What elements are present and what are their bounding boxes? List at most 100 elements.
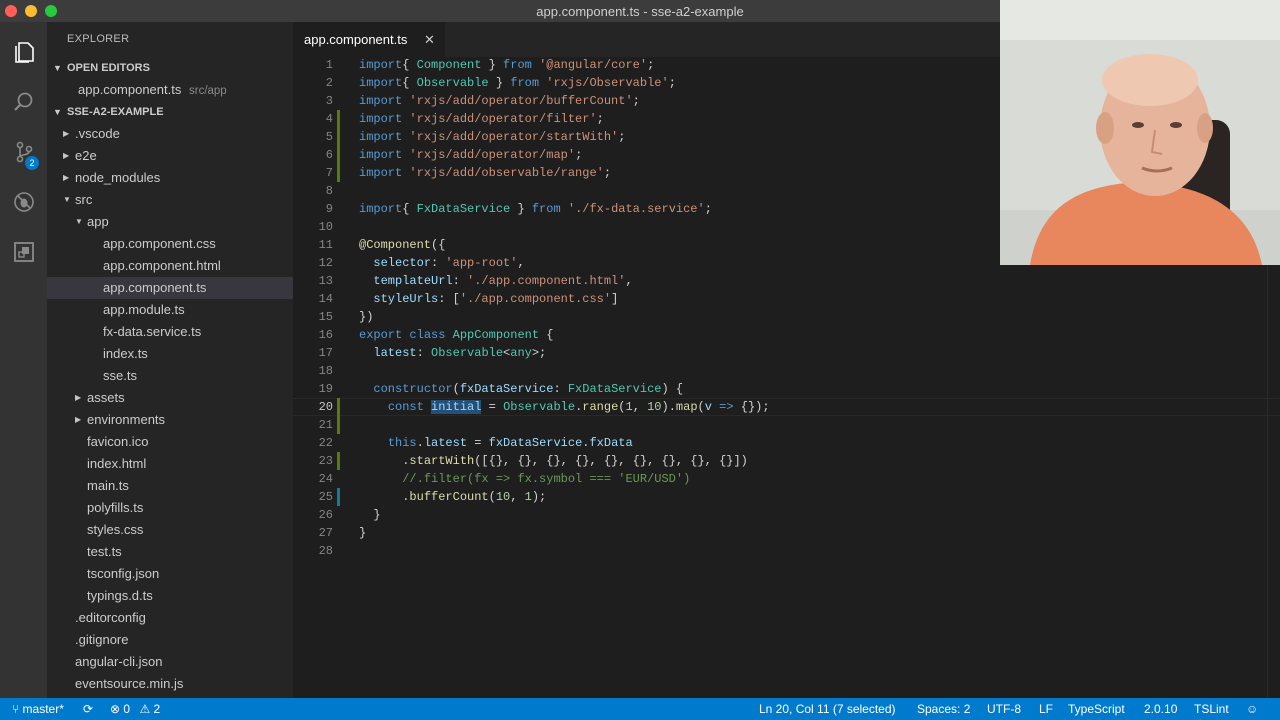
cursor-position[interactable]: Ln 20, Col 11 (7 selected) (759, 698, 896, 720)
code-line: import 'rxjs/add/operator/map'; (359, 146, 582, 164)
indentation-setting[interactable]: Spaces: 2 (917, 698, 970, 720)
folder-item[interactable]: ▶ node_modules (47, 167, 293, 189)
code-token: ( (618, 400, 626, 414)
file-item[interactable]: main.ts (47, 475, 293, 497)
code-token: const (387, 400, 424, 414)
code-token: import (359, 148, 403, 162)
git-added-indicator (337, 110, 340, 182)
git-branch-label: master* (22, 702, 64, 716)
sync-icon: ⟳ (83, 702, 94, 716)
line-number: 22 (318, 436, 333, 450)
code-line: import 'rxjs/add/operator/filter'; (359, 110, 604, 128)
open-editors-header[interactable]: ▼ OPEN EDITORS (47, 57, 293, 79)
code-token: FxDataService (416, 202, 511, 216)
line-number: 24 (318, 472, 333, 486)
folder-item[interactable]: ▶ assets (47, 387, 293, 409)
search-activity-button[interactable] (0, 78, 47, 126)
line-number: 3 (325, 94, 333, 108)
file-item[interactable]: styles.css (47, 519, 293, 541)
code-line: export class AppComponent { (359, 326, 553, 344)
file-item[interactable]: index.ts (47, 343, 293, 365)
tree-item-label: typings.d.ts (87, 588, 153, 603)
file-item[interactable]: eventsource.min.js (47, 673, 293, 695)
chevron-right-icon: ▶ (63, 173, 70, 182)
explorer-title: EXPLORER (67, 33, 130, 45)
file-item[interactable]: tsconfig.json (47, 563, 293, 585)
eol-setting[interactable]: LF (1039, 698, 1053, 720)
close-icon[interactable]: ✕ (424, 22, 435, 57)
explorer-activity-button[interactable] (0, 28, 47, 76)
code-token: , (517, 256, 525, 270)
file-item[interactable]: fx-data.service.ts (47, 321, 293, 343)
code-token: ; (647, 58, 655, 72)
code-token: . (359, 490, 410, 504)
git-branch-button[interactable]: ⑂ master* (12, 698, 64, 720)
file-item[interactable]: app.component.css (47, 233, 293, 255)
code-line: } (359, 524, 366, 542)
file-item[interactable]: polyfills.ts (47, 497, 293, 519)
project-header[interactable]: ▼ SSE-A2-EXAMPLE (47, 101, 293, 123)
folder-item[interactable]: ▶ .vscode (47, 123, 293, 145)
file-item[interactable]: angular-cli.json (47, 651, 293, 673)
code-token: ] (611, 292, 619, 306)
code-token: fxDataService (459, 382, 554, 396)
error-count: 0 (123, 702, 131, 716)
file-item[interactable]: app.component.ts (47, 277, 293, 299)
code-token: from (510, 76, 540, 90)
problems-button[interactable]: ⊗ 0 ⚠ 2 (110, 698, 160, 720)
line-number: 23 (318, 454, 333, 468)
file-item[interactable]: index.html (47, 453, 293, 475)
open-editor-item[interactable]: app.component.ts src/app (47, 79, 293, 101)
code-token: ) { (661, 382, 684, 396)
code-token: ( (452, 382, 460, 396)
code-line: import 'rxjs/add/operator/bufferCount'; (359, 92, 640, 110)
code-token: => (719, 400, 734, 414)
folder-item[interactable]: ▶ e2e (47, 145, 293, 167)
line-number: 9 (325, 202, 333, 216)
line-number: 4 (325, 112, 333, 126)
code-token: {}); (733, 400, 770, 414)
code-line: import 'rxjs/add/observable/range'; (359, 164, 611, 182)
tree-item-label: app.component.html (103, 258, 221, 273)
code-token: 'rxjs/add/operator/bufferCount' (409, 94, 633, 108)
typescript-version[interactable]: 2.0.10 (1144, 698, 1177, 720)
tab-app-component-ts[interactable]: app.component.ts (293, 22, 445, 57)
warning-count: 2 (153, 702, 161, 716)
file-item[interactable]: app.component.html (47, 255, 293, 277)
folder-item[interactable]: ▼ src (47, 189, 293, 211)
encoding-setting[interactable]: UTF-8 (987, 698, 1021, 720)
code-token: import (359, 202, 403, 216)
project-label: SSE-A2-EXAMPLE (67, 106, 164, 118)
file-item[interactable]: .editorconfig (47, 607, 293, 629)
file-item[interactable]: sse.ts (47, 365, 293, 387)
extensions-activity-button[interactable] (0, 228, 47, 276)
file-item[interactable]: typings.d.ts (47, 585, 293, 607)
file-tree: ▶ .vscode ▶ e2e ▶ node_modules ▼ src ▼ app app.com… (47, 123, 293, 695)
line-number: 19 (318, 382, 333, 396)
code-token: , (632, 400, 648, 414)
file-item[interactable]: .gitignore (47, 629, 293, 651)
language-mode[interactable]: TypeScript (1068, 698, 1125, 720)
code-token: 'rxjs/add/operator/map' (409, 148, 576, 162)
debug-activity-button[interactable] (0, 178, 47, 226)
open-editor-path: src/app (188, 85, 227, 97)
feedback-smiley-icon[interactable]: ☺ (1246, 698, 1258, 720)
code-line: styleUrls: ['./app.component.css'] (359, 290, 618, 308)
folder-item[interactable]: ▶ environments (47, 409, 293, 431)
search-icon (13, 92, 32, 111)
extensions-icon (13, 242, 34, 262)
linter-status[interactable]: TSLint (1194, 698, 1229, 720)
code-token: 1 (625, 400, 633, 414)
file-item[interactable]: favicon.ico (47, 431, 293, 453)
explorer-sidebar: EXPLORER ▼ OPEN EDITORS app.component.ts… (47, 22, 293, 698)
source-control-activity-button[interactable]: 2 (0, 128, 47, 176)
file-item[interactable]: app.module.ts (47, 299, 293, 321)
sync-button[interactable]: ⟳ (83, 698, 93, 720)
code-token: : (452, 274, 468, 288)
tree-item-label: .editorconfig (75, 610, 146, 625)
file-item[interactable]: test.ts (47, 541, 293, 563)
folder-item[interactable]: ▼ app (47, 211, 293, 233)
code-token: '@angular/core' (539, 58, 648, 72)
